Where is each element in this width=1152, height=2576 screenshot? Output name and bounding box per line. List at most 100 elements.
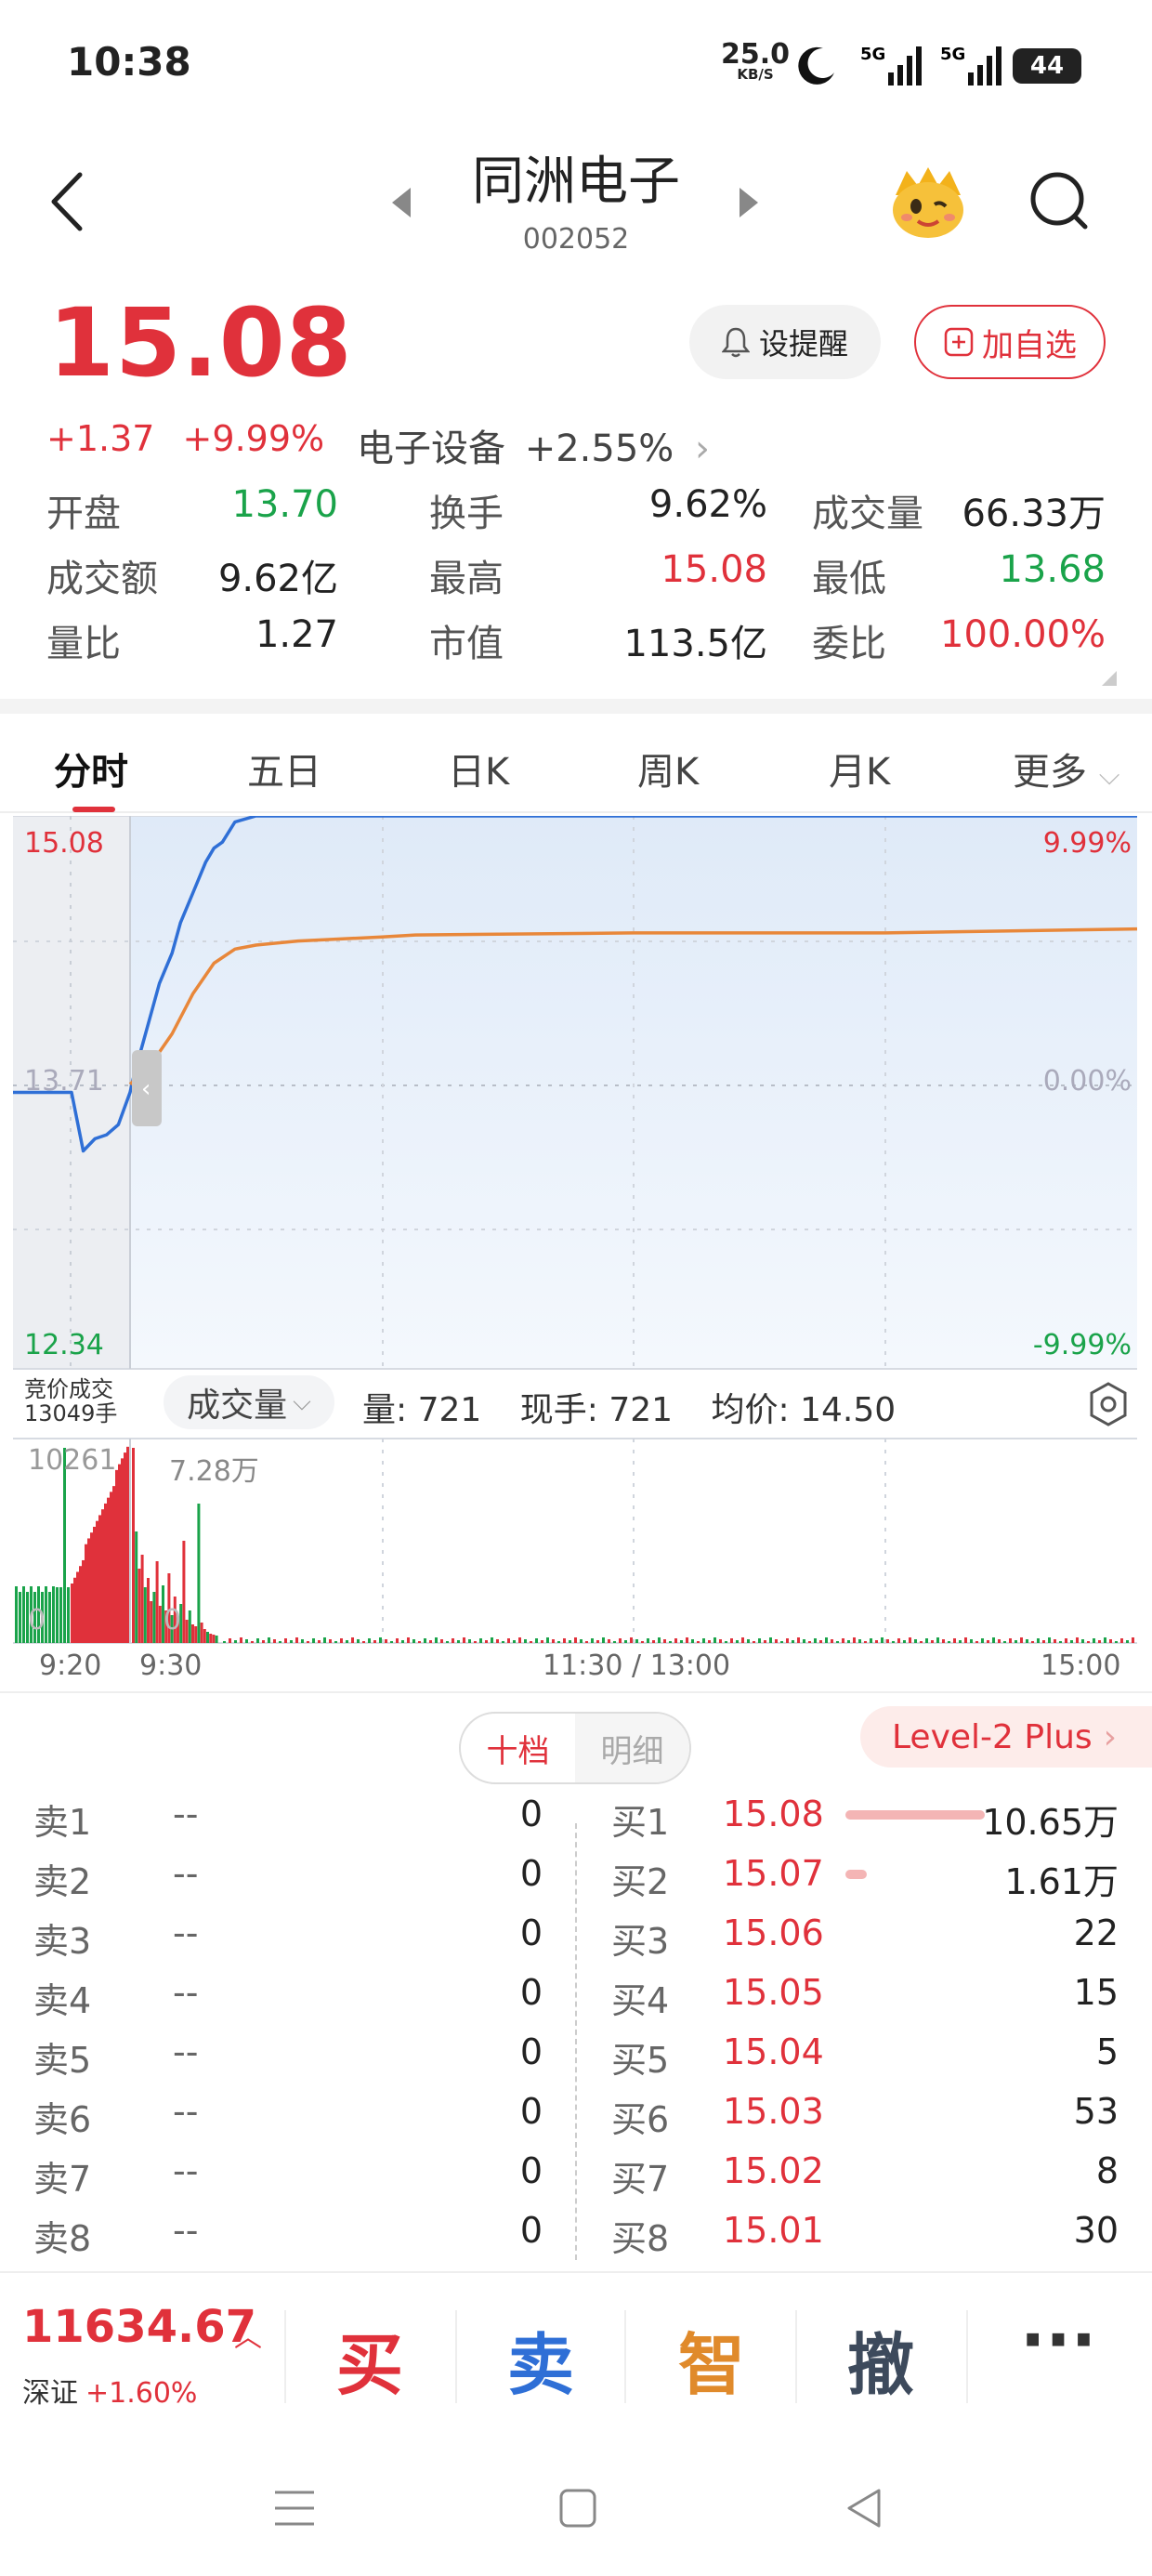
auction-volume-bar (101, 1509, 104, 1643)
tab-day-k[interactable]: 日K (448, 742, 509, 795)
volume-bar (256, 1638, 259, 1643)
volume-bar (847, 1640, 850, 1643)
tab-5day[interactable]: 五日 (247, 742, 321, 795)
add-watchlist-button[interactable]: 加自选 (914, 305, 1106, 379)
volume-bar (803, 1639, 805, 1643)
auction-volume: 竞价成交 13049手 (24, 1377, 117, 1426)
svg-text:5G: 5G (860, 45, 885, 64)
bid-level-label: 买3 (611, 1921, 670, 1962)
volume-bar (197, 1504, 201, 1643)
tab-more[interactable]: 更多 ⌵ (1013, 742, 1119, 795)
settings-icon[interactable] (1087, 1381, 1130, 1427)
sector-link[interactable]: 电子设备 +2.55% › (357, 418, 710, 472)
auction-volume-bar (63, 1448, 66, 1643)
tab-intraday[interactable]: 分时 (54, 742, 128, 795)
tab-details[interactable]: 明细 (575, 1714, 689, 1782)
auction-volume-bar (52, 1586, 55, 1643)
auction-volume-bar (56, 1587, 59, 1643)
tab-ten-levels[interactable]: 十档 (461, 1714, 575, 1782)
intraday-chart[interactable]: ‹ 15.08 13.71 12.34 9.99% 0.00% -9.99% 竞… (0, 814, 1152, 1699)
index-change: +1.60% (85, 2377, 198, 2410)
bid-price: 15.02 (723, 2150, 824, 2191)
bid-price: 15.01 (723, 2210, 824, 2251)
chevron-left-icon: ‹ (141, 1075, 151, 1103)
volume-bar (624, 1640, 627, 1643)
volume-bar (379, 1637, 382, 1643)
volume-bar (903, 1640, 906, 1643)
volume-bar (418, 1641, 421, 1643)
tab-week-k[interactable]: 周K (637, 742, 699, 795)
ask-price: -- (173, 1912, 199, 1953)
search-icon[interactable] (1028, 167, 1093, 238)
volume-bar (1104, 1637, 1106, 1643)
volume-bar (340, 1638, 343, 1643)
orderbook-row: 卖3 -- 0 买3 15.06 22 (0, 1905, 1152, 1965)
next-stock-icon[interactable] (736, 184, 762, 221)
volume-bar (524, 1639, 527, 1643)
divider (795, 2310, 797, 2403)
volume-bar (479, 1638, 482, 1643)
volume-bar (585, 1641, 588, 1643)
volume-bar (147, 1578, 150, 1643)
sector-name: 电子设备 (357, 427, 505, 470)
stat-value: 9.62亿 (217, 558, 338, 600)
expand-corner-icon[interactable] (1102, 671, 1117, 686)
volume-bar (279, 1641, 281, 1643)
volume-bar (234, 1640, 237, 1643)
volume-bar (1048, 1637, 1051, 1643)
price-panel-bg (13, 816, 1137, 1369)
volume-bar (909, 1637, 911, 1643)
level2-plus-button[interactable]: Level-2 Plus › (860, 1706, 1152, 1768)
bid-volume: 10.65万 (982, 1802, 1119, 1843)
buy-button[interactable]: 买 (336, 2310, 403, 2408)
pct-axis-mid: 0.00% (1042, 1065, 1132, 1097)
tab-month-k[interactable]: 月K (829, 742, 890, 795)
smart-button[interactable]: 智 (678, 2310, 745, 2408)
volume-bar (507, 1638, 510, 1643)
volume-bar (273, 1639, 276, 1643)
orderbook-row: 卖8 -- 0 买8 15.01 30 (0, 2202, 1152, 2262)
volume-bar (953, 1638, 956, 1643)
auction-volume-bar (79, 1566, 82, 1643)
cancel-order-button[interactable]: 撤 (847, 2310, 914, 2408)
bid-price: 15.07 (723, 1853, 824, 1894)
volume-bar (474, 1641, 477, 1643)
volume-bar (132, 1448, 135, 1643)
volume-bar (1132, 1637, 1134, 1643)
volume-bar (730, 1638, 733, 1643)
mascot-icon[interactable] (886, 160, 970, 243)
volume-bar (652, 1640, 655, 1643)
volume-bar (1109, 1639, 1112, 1643)
volume-bar (188, 1610, 191, 1643)
sector-change: +2.55% (524, 427, 674, 470)
sell-button[interactable]: 卖 (507, 2310, 574, 2408)
more-button[interactable]: ··· (1020, 2301, 1096, 2379)
volume-indicator-select[interactable]: 成交量 ⌵ (164, 1375, 334, 1429)
volume-bar (385, 1639, 387, 1643)
y-axis-bottom: 12.34 (24, 1329, 104, 1361)
menu-icon[interactable] (271, 2487, 318, 2530)
volume-bar (1009, 1638, 1012, 1643)
ask-level-label: 卖5 (33, 2040, 92, 2081)
volume-bar (152, 1592, 156, 1643)
stat-label: 市值 (429, 623, 504, 665)
volume-bar (797, 1637, 800, 1643)
ask-volume: 0 (519, 1972, 543, 2013)
volume-bar (412, 1639, 415, 1643)
home-icon[interactable] (557, 2487, 598, 2530)
index-value[interactable]: 11634.67 (22, 2301, 256, 2353)
bottom-bar: 11634.67 ︿ 深证 +1.60% 买 卖 智 撤 ··· (0, 2271, 1152, 2429)
chevron-up-icon[interactable]: ︿ (234, 2314, 262, 2355)
set-alert-button[interactable]: 设提醒 (689, 305, 881, 379)
volume-bar (295, 1637, 298, 1643)
ask-price: -- (173, 1794, 199, 1834)
bid-price: 15.03 (723, 2091, 824, 2132)
bid-volume: 1.61万 (1004, 1861, 1119, 1902)
volume-bar (647, 1638, 649, 1643)
tab-more-label: 更多 (1013, 751, 1087, 794)
ask-volume: 0 (519, 2150, 543, 2191)
back-nav-icon[interactable] (842, 2485, 884, 2531)
volume-bar (518, 1637, 521, 1643)
volume-bar (215, 1636, 218, 1643)
volume-bar (864, 1641, 867, 1643)
